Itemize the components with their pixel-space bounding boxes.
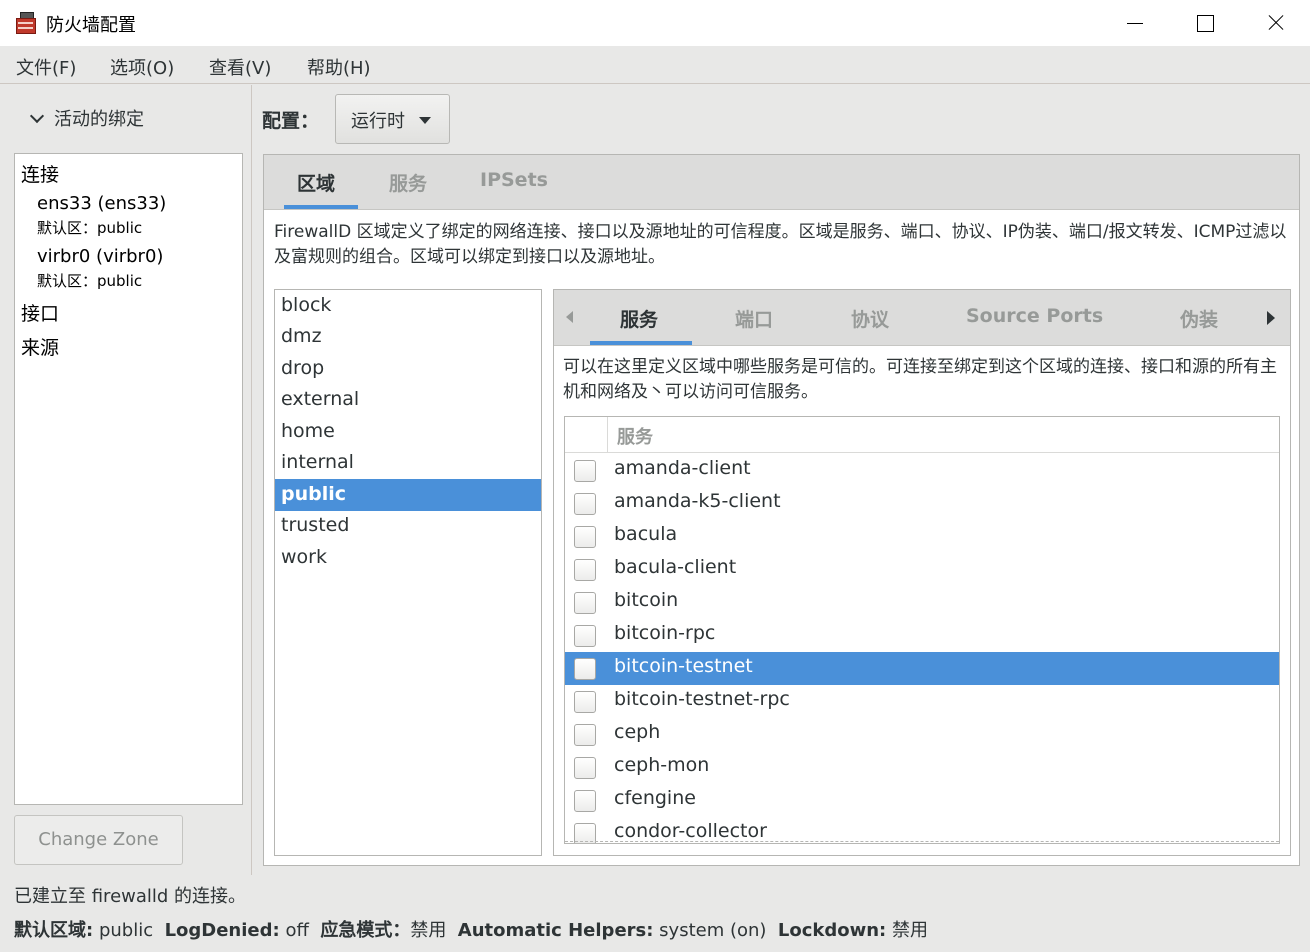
default-zone-value: public (98, 920, 154, 941)
table-row[interactable]: bitcoin (565, 586, 1279, 619)
service-checkbox[interactable] (574, 460, 596, 482)
menu-options[interactable]: 选项(O) (110, 54, 174, 80)
connection-status: 已建立至 firewalld 的连接。 (14, 886, 247, 907)
service-checkbox[interactable] (574, 625, 596, 647)
table-row[interactable]: bacula-client (565, 553, 1279, 586)
connection-ens33-zone: 默认区：public (37, 219, 143, 237)
active-bindings-pane: 活动的绑定 连接 ens33 (ens33) 默认区：public virbr0… (0, 85, 252, 875)
tab-zone-source-ports[interactable]: Source Ports (966, 305, 1103, 327)
table-row[interactable]: amanda-client (565, 454, 1279, 487)
logdenied-value: off (285, 920, 309, 941)
automatic-helpers-value: system (on) (659, 920, 767, 941)
close-button[interactable] (1240, 0, 1310, 46)
status-info-bar: 默认区域: public LogDenied: off 应急模式：禁用 Auto… (14, 916, 928, 942)
scroll-tabs-left-icon[interactable] (566, 311, 573, 323)
tab-zone-protocols[interactable]: 协议 (851, 305, 889, 332)
service-checkbox[interactable] (574, 790, 596, 812)
connection-virbr0[interactable]: virbr0 (virbr0) (37, 246, 163, 267)
sources-category[interactable]: 来源 (21, 333, 59, 360)
zone-settings-tab-bar: 服务 端口 协议 Source Ports 伪装 (554, 290, 1290, 346)
table-row[interactable]: condor-collector (565, 817, 1279, 843)
service-checkbox[interactable] (574, 691, 596, 713)
services-table-header: 服务 (565, 417, 1279, 453)
table-row[interactable]: ceph-mon (565, 751, 1279, 784)
table-row[interactable]: bacula (565, 520, 1279, 553)
minimize-button[interactable] (1100, 0, 1170, 46)
active-bindings-expander[interactable]: 活动的绑定 (28, 105, 144, 131)
services-description: 可以在这里定义区域中哪些服务是可信的。可连接至绑定到这个区域的连接、接口和源的所… (563, 357, 1277, 402)
automatic-helpers-label: Automatic Helpers: (457, 920, 654, 941)
lockdown-label: Lockdown: (777, 920, 887, 941)
main-tab-bar: 区域 服务 IPSets (264, 155, 1299, 210)
panic-mode-value: 禁用 (410, 920, 447, 941)
services-table: 服务 amanda-client amanda-k5-client bacula… (564, 416, 1280, 844)
service-checkbox[interactable] (574, 559, 596, 581)
title-bar: 防火墙配置 (0, 0, 1310, 46)
dropdown-arrow-icon (419, 117, 431, 124)
table-row[interactable]: bitcoin-rpc (565, 619, 1279, 652)
zone-settings-notebook: 服务 端口 协议 Source Ports 伪装 可以在这里定义区域中哪些服务是… (553, 289, 1291, 856)
table-row[interactable]: cfengine (565, 784, 1279, 817)
configuration-value: 运行时 (351, 111, 405, 132)
zone-item-dmz[interactable]: dmz (275, 321, 541, 353)
lockdown-value: 禁用 (892, 920, 928, 941)
bindings-list: 连接 ens33 (ens33) 默认区：public virbr0 (virb… (14, 153, 243, 805)
active-tab-indicator (284, 205, 358, 209)
zone-item-work[interactable]: work (275, 542, 541, 574)
firewall-icon (16, 12, 36, 34)
table-row[interactable]: bitcoin-testnet (565, 652, 1279, 685)
table-row[interactable]: bitcoin-testnet-rpc (565, 685, 1279, 718)
connection-virbr0-zone: 默认区：public (37, 272, 143, 290)
panic-mode-label: 应急模式： (320, 920, 411, 941)
tab-services[interactable]: 服务 (389, 169, 427, 196)
menu-help[interactable]: 帮助(H) (307, 54, 371, 80)
table-row[interactable]: amanda-k5-client (565, 487, 1279, 520)
zone-item-block[interactable]: block (275, 290, 541, 322)
zone-item-home[interactable]: home (275, 416, 541, 448)
table-row[interactable]: ceph (565, 718, 1279, 751)
connection-ens33[interactable]: ens33 (ens33) (37, 193, 166, 214)
configuration-dropdown[interactable]: 运行时 (335, 94, 450, 144)
default-zone-label: 默认区域: (14, 920, 94, 941)
zone-description: FirewallD 区域定义了绑定的网络连接、接口以及源地址的可信程度。区域是服… (274, 222, 1287, 267)
chevron-down-icon (29, 108, 45, 124)
service-checkbox[interactable] (574, 526, 596, 548)
tab-zone-services[interactable]: 服务 (620, 305, 658, 332)
maximize-button[interactable] (1170, 0, 1240, 46)
service-checkbox[interactable] (574, 592, 596, 614)
services-column-header[interactable]: 服务 (617, 423, 653, 449)
active-bindings-label: 活动的绑定 (54, 109, 144, 130)
service-checkbox[interactable] (574, 658, 596, 680)
zone-item-drop[interactable]: drop (275, 353, 541, 385)
zone-item-public[interactable]: public (275, 479, 541, 511)
tab-zones[interactable]: 区域 (297, 169, 335, 196)
service-checkbox[interactable] (574, 724, 596, 746)
main-notebook: 区域 服务 IPSets FirewallD 区域定义了绑定的网络连接、接口以及… (263, 154, 1300, 866)
tab-zone-ports[interactable]: 端口 (735, 305, 773, 332)
logdenied-label: LogDenied: (164, 920, 280, 941)
configuration-label: 配置： (262, 110, 320, 132)
menu-file[interactable]: 文件(F) (16, 54, 76, 80)
service-checkbox[interactable] (574, 757, 596, 779)
scroll-tabs-right-icon[interactable] (1267, 311, 1275, 325)
menu-bar: 文件(F) 选项(O) 查看(V) 帮助(H) (0, 46, 1310, 84)
menu-view[interactable]: 查看(V) (209, 54, 271, 80)
window-title: 防火墙配置 (46, 15, 136, 36)
zone-item-internal[interactable]: internal (275, 447, 541, 479)
zone-item-external[interactable]: external (275, 384, 541, 416)
change-zone-button[interactable]: Change Zone (14, 815, 183, 865)
interfaces-category[interactable]: 接口 (21, 299, 59, 326)
connections-category[interactable]: 连接 (21, 160, 59, 187)
tab-zone-masquerade[interactable]: 伪装 (1180, 305, 1218, 332)
zone-item-trusted[interactable]: trusted (275, 510, 541, 542)
zone-list: block dmz drop external home internal pu… (274, 289, 542, 856)
table-scroll-edge (565, 841, 1279, 842)
tab-ipsets[interactable]: IPSets (480, 169, 548, 191)
active-inner-tab-indicator (590, 341, 692, 345)
service-checkbox[interactable] (574, 493, 596, 515)
